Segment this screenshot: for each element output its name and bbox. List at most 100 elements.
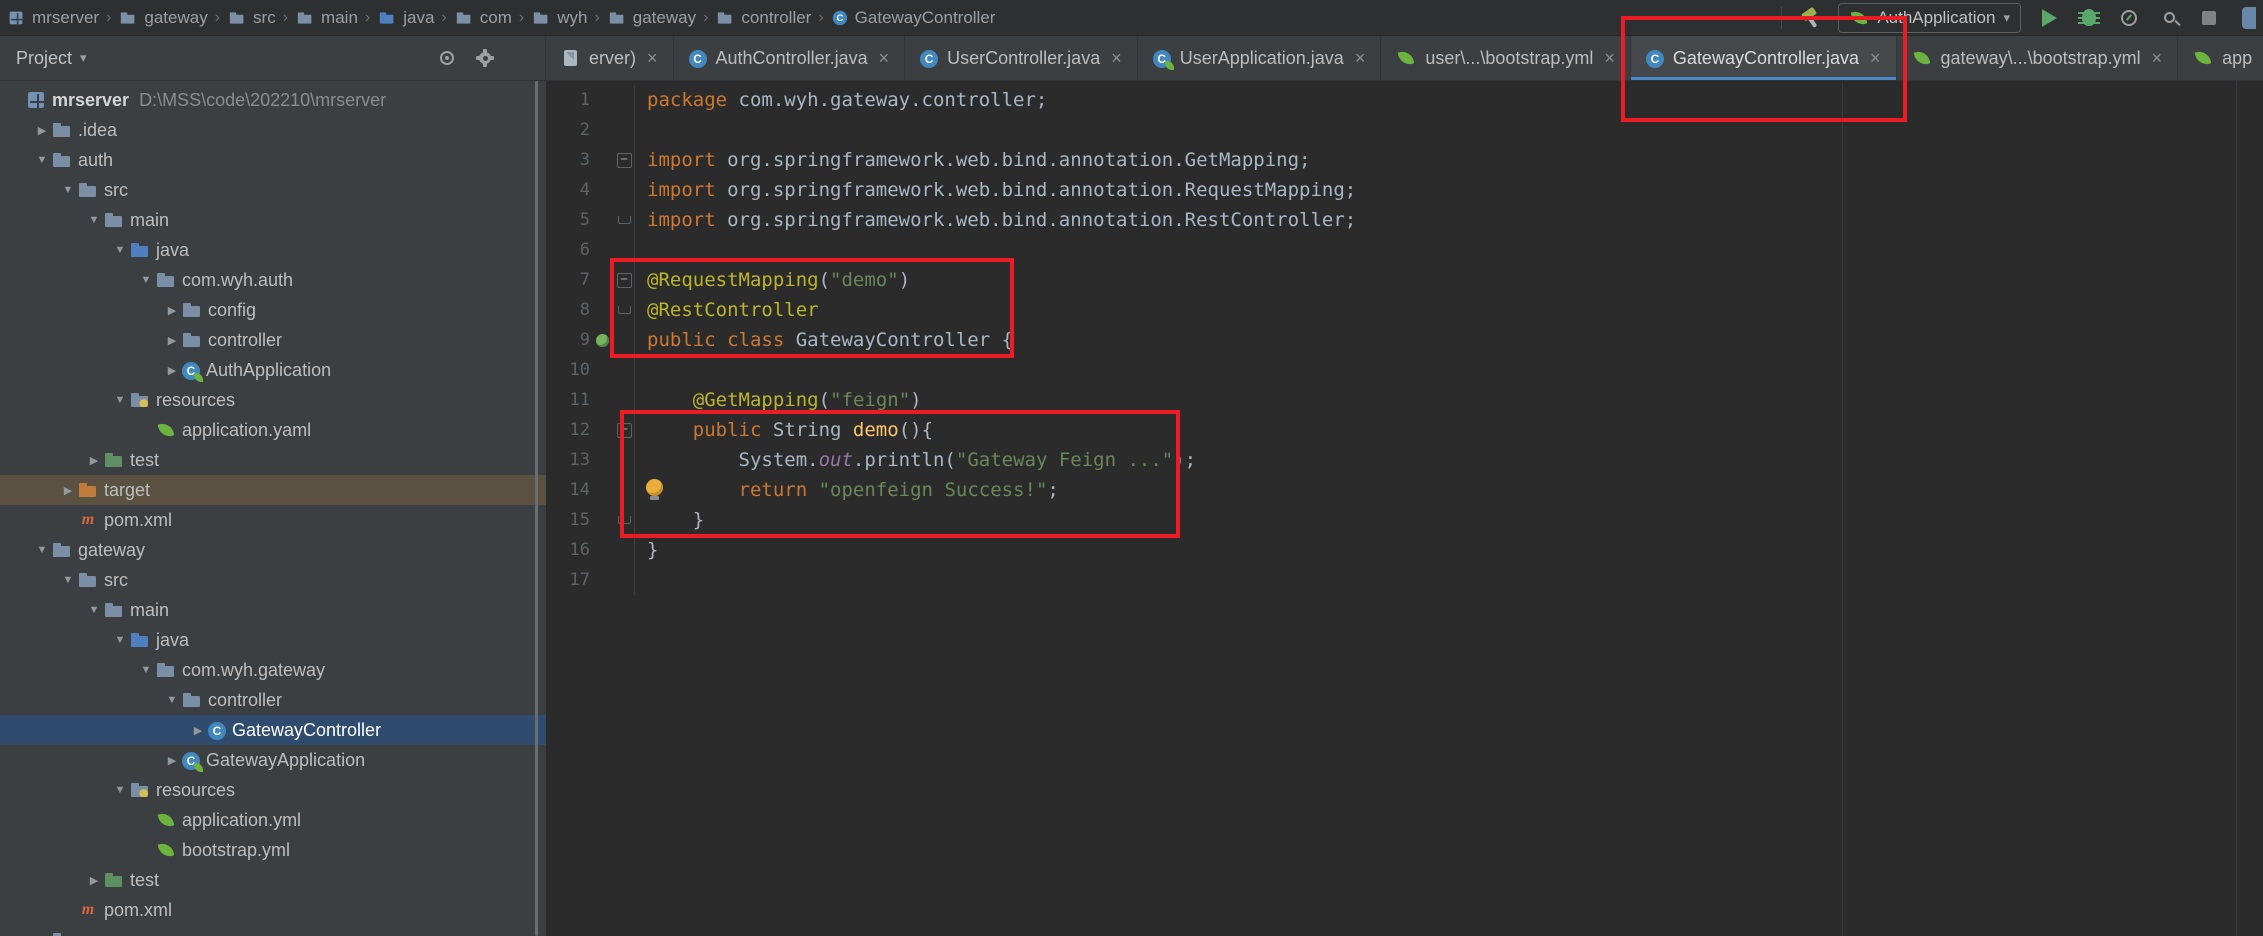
tab-user-bootstrap-yml[interactable]: user\...\bootstrap.yml × (1381, 36, 1631, 80)
chevron-expanded-icon[interactable]: ▼ (58, 184, 78, 196)
code-line[interactable]: import org.springframework.web.bind.anno… (647, 175, 2263, 205)
code-line[interactable]: return "openfeign Success!"; (647, 475, 2263, 505)
tree-item-target[interactable]: ▶ target (0, 475, 546, 505)
chevron-collapsed-icon[interactable]: ▶ (32, 124, 52, 137)
fold-marker[interactable] (614, 295, 634, 325)
chevron-expanded-icon[interactable]: ▼ (162, 694, 182, 706)
tab-usercontroller-java[interactable]: C UserController.java × (905, 36, 1138, 80)
tree-item-src[interactable]: ▼ src (0, 565, 546, 595)
gear-icon[interactable] (479, 49, 491, 64)
code-line[interactable]: @RequestMapping("demo") (647, 265, 2263, 295)
chevron-expanded-icon[interactable]: ▼ (110, 244, 130, 256)
tree-scrollbar[interactable] (535, 81, 538, 936)
fold-marker[interactable] (614, 145, 634, 175)
tab-userapplication-java[interactable]: C UserApplication.java × (1138, 36, 1382, 80)
close-icon[interactable]: × (647, 48, 658, 69)
breadcrumb-item-gateway[interactable]: gateway (118, 8, 208, 28)
fold-marker[interactable] (614, 205, 634, 235)
build-hammer-button[interactable] (1798, 6, 1822, 30)
tree-item-controller[interactable]: ▶ controller (0, 325, 546, 355)
chevron-expanded-icon[interactable]: ▼ (32, 544, 52, 556)
chevron-expanded-icon[interactable]: ▼ (136, 664, 156, 676)
fold-marker[interactable] (614, 505, 634, 535)
tree-item-mrserver[interactable]: mrserver D:\MSS\code\202210\mrserver (0, 85, 546, 115)
tree-item-config[interactable]: ▶ config (0, 295, 546, 325)
code-line[interactable]: @GetMapping("feign") (647, 385, 2263, 415)
tab-authcontroller-java[interactable]: C AuthController.java × (674, 36, 906, 80)
chevron-collapsed-icon[interactable]: ▶ (162, 334, 182, 347)
tree-item-application-yaml[interactable]: application.yaml (0, 415, 546, 445)
code-line[interactable]: System.out.println("Gateway Feign ..."); (647, 445, 2263, 475)
debug-button[interactable] (2077, 6, 2101, 30)
tab-app[interactable]: app (2178, 36, 2263, 80)
tree-item-auth[interactable]: ▼ auth (0, 145, 546, 175)
close-icon[interactable]: × (1604, 48, 1615, 69)
close-icon[interactable]: × (1870, 48, 1881, 69)
tab-erver[interactable]: erver) × (546, 36, 674, 80)
breadcrumb-item-wyh[interactable]: wyh (531, 8, 587, 28)
chevron-expanded-icon[interactable]: ▼ (84, 214, 104, 226)
tree-item-resources[interactable]: ▼ resources (0, 775, 546, 805)
chevron-expanded-icon[interactable]: ▼ (110, 634, 130, 646)
tree-item-gatewayapplication[interactable]: ▶ C GatewayApplication (0, 745, 546, 775)
tree-item-test[interactable]: ▶ test (0, 865, 546, 895)
chevron-collapsed-icon[interactable]: ▶ (188, 724, 208, 737)
chevron-expanded-icon[interactable]: ▼ (84, 604, 104, 616)
fold-marker[interactable] (614, 265, 634, 295)
tree-item-java[interactable]: ▼ java (0, 625, 546, 655)
breadcrumb-item-controller[interactable]: controller (715, 8, 811, 28)
chevron-collapsed-icon[interactable]: ▶ (84, 874, 104, 887)
close-icon[interactable]: × (1111, 48, 1122, 69)
run-config-selector[interactable]: AuthApplication ▾ (1838, 2, 2021, 33)
close-icon[interactable]: × (2152, 48, 2163, 69)
intention-bulb-icon[interactable] (646, 479, 663, 500)
tree-item-controller[interactable]: ▼ controller (0, 685, 546, 715)
tree-item-gateway[interactable]: ▼ gateway (0, 535, 546, 565)
profiler-button[interactable] (2117, 6, 2141, 30)
tree-item-gatewaycontroller[interactable]: ▶ C GatewayController (0, 715, 546, 745)
tree-item-pom-xml[interactable]: m pom.xml (0, 505, 546, 535)
chevron-expanded-icon[interactable]: ▼ (110, 784, 130, 796)
project-panel-header[interactable]: Project ▾ (0, 36, 546, 80)
code-line[interactable]: public class GatewayController { (647, 325, 2263, 355)
editor-pane[interactable]: 1234567891011121314151617 package com.wy… (546, 81, 2263, 936)
chevron-collapsed-icon[interactable]: ▶ (162, 754, 182, 767)
tree-item-idea[interactable]: ▶ .idea (0, 115, 546, 145)
tree-item-com-wyh-gateway[interactable]: ▼ com.wyh.gateway (0, 655, 546, 685)
breadcrumb-item-src[interactable]: src (227, 8, 276, 28)
close-icon[interactable]: × (1355, 48, 1366, 69)
fold-marker[interactable] (614, 415, 634, 445)
run-button[interactable] (2037, 6, 2061, 30)
tree-item-com-wyh-auth[interactable]: ▼ com.wyh.auth (0, 265, 546, 295)
code-line[interactable]: } (647, 535, 2263, 565)
tree-item-authapplication[interactable]: ▶ C AuthApplication (0, 355, 546, 385)
chevron-expanded-icon[interactable]: ▼ (32, 154, 52, 166)
locate-file-icon[interactable] (440, 51, 454, 65)
tab-gatewaycontroller-java[interactable]: C GatewayController.java × (1630, 36, 1897, 80)
code-line[interactable]: public String demo(){ (647, 415, 2263, 445)
breadcrumb-item-java[interactable]: java (377, 8, 434, 28)
tree-item-resources[interactable]: ▼ resources (0, 385, 546, 415)
tree-item-application-yml[interactable]: application.yml (0, 805, 546, 835)
code-line[interactable]: package com.wyh.gateway.controller; (647, 85, 2263, 115)
close-icon[interactable]: × (879, 48, 890, 69)
chevron-collapsed-icon[interactable]: ▶ (58, 484, 78, 497)
tree-item-test[interactable]: ▶ test (0, 445, 546, 475)
tab-gateway-bootstrap-yml[interactable]: gateway\...\bootstrap.yml × (1897, 36, 2179, 80)
code-line[interactable] (647, 115, 2263, 145)
spring-bean-gutter-icon[interactable] (590, 325, 614, 355)
search-everywhere-button[interactable] (2157, 6, 2181, 30)
tree-item-java[interactable]: ▼ java (0, 235, 546, 265)
breadcrumb-item-com[interactable]: com (454, 8, 512, 28)
tree-item-main[interactable]: ▼ main (0, 205, 546, 235)
code-line[interactable]: import org.springframework.web.bind.anno… (647, 205, 2263, 235)
breadcrumb-item-mrserver[interactable]: mrserver (6, 8, 99, 28)
chevron-expanded-icon[interactable]: ▼ (58, 574, 78, 586)
tree-item-src[interactable]: ▼ src (0, 175, 546, 205)
code-line[interactable] (647, 235, 2263, 265)
chevron-collapsed-icon[interactable]: ▶ (84, 454, 104, 467)
code-line[interactable] (647, 565, 2263, 595)
code-line[interactable]: import org.springframework.web.bind.anno… (647, 145, 2263, 175)
chevron-expanded-icon[interactable]: ▼ (136, 274, 156, 286)
breadcrumb-item-gateway[interactable]: gateway (607, 8, 696, 28)
